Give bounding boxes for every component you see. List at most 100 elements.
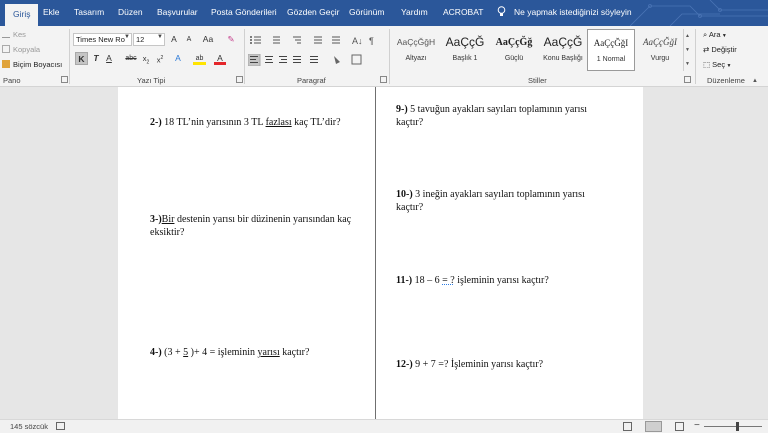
bold-button[interactable]: K bbox=[75, 52, 88, 65]
style-preview: AaÇçĞğI bbox=[643, 37, 677, 47]
style-name: Vurgu bbox=[650, 55, 670, 62]
select-icon: ⬚ bbox=[703, 60, 713, 69]
tab-view[interactable]: Görünüm bbox=[349, 7, 384, 17]
style-name: Başlık 1 bbox=[452, 55, 478, 62]
text-run: kaçtır? bbox=[279, 347, 310, 358]
tab-insert[interactable]: Ekle bbox=[43, 7, 60, 17]
word-count[interactable]: 145 sözcük bbox=[10, 422, 48, 431]
text-run: (3 + bbox=[161, 347, 184, 358]
paragraph-row1-icons: A↓ ¶ bbox=[250, 36, 374, 45]
tab-review[interactable]: Gözden Geçir bbox=[287, 7, 339, 17]
style-preview: AaÇçĞğ bbox=[495, 37, 533, 48]
print-layout-icon[interactable] bbox=[645, 421, 662, 432]
superscript-button[interactable]: x2 bbox=[155, 52, 165, 65]
style-subtitle[interactable]: AaÇçĞğH Altyazı bbox=[392, 29, 440, 71]
question-2[interactable]: 2-) 18 TL’nin yarısının 3 TL fazlası kaç… bbox=[150, 117, 365, 130]
chevron-down-icon: ▼ bbox=[157, 34, 163, 40]
select-button[interactable]: ⬚ Seç ▼ bbox=[703, 60, 731, 69]
styles-launcher-icon[interactable] bbox=[684, 76, 691, 83]
cut-button[interactable]: Kes bbox=[2, 30, 26, 39]
italic-button[interactable]: T bbox=[91, 52, 101, 65]
font-name-value: Times New Ro bbox=[76, 35, 125, 44]
question-number: 9-) bbox=[396, 104, 408, 115]
svg-text:¶: ¶ bbox=[369, 36, 374, 45]
text-run: 3 ineğin ayakları sayıları toplamının ya… bbox=[396, 189, 585, 213]
tab-mailings[interactable]: Posta Gönderileri bbox=[211, 7, 277, 17]
find-button[interactable]: ⌕ Ara ▼ bbox=[703, 30, 727, 40]
question-10[interactable]: 10-) 3 ineğin ayakları sayıları toplamın… bbox=[396, 189, 611, 214]
replace-button[interactable]: ⇄ Değiştir bbox=[703, 45, 737, 54]
question-number: 4-) bbox=[150, 347, 162, 358]
ribbon: Kes Kopyala Biçim Boyacısı Pano Times Ne… bbox=[0, 26, 768, 87]
font-launcher-icon[interactable] bbox=[236, 76, 243, 83]
scissors-icon bbox=[2, 30, 10, 38]
change-case-button[interactable]: Aa bbox=[199, 33, 217, 46]
copy-button[interactable]: Kopyala bbox=[2, 45, 40, 54]
grow-font-button[interactable]: A bbox=[168, 33, 180, 46]
underline-button[interactable]: A bbox=[104, 52, 114, 65]
font-name-combo[interactable]: Times New Ro ▼ bbox=[73, 33, 132, 46]
text-run: Bir bbox=[161, 214, 175, 225]
chevron-up-icon[interactable]: ▲ bbox=[684, 29, 691, 43]
style-preview: AaÇçĞ bbox=[543, 35, 583, 49]
collapse-ribbon-icon[interactable]: ▲ bbox=[752, 78, 758, 84]
zoom-slider-thumb[interactable] bbox=[736, 422, 739, 431]
tab-design[interactable]: Tasarım bbox=[74, 7, 104, 17]
tab-layout[interactable]: Düzen bbox=[118, 7, 143, 17]
ribbon-tab-bar: Giriş Ekle Tasarım Düzen Başvurular Post… bbox=[0, 0, 768, 26]
styles-group-label: Stiller bbox=[528, 76, 547, 85]
zoom-out-icon[interactable]: − bbox=[694, 420, 700, 431]
tab-help[interactable]: Yardım bbox=[401, 7, 428, 17]
question-12[interactable]: 12-) 9 + 7 =? İşleminin yarısı kaçtır? bbox=[396, 359, 626, 372]
font-size-value: 12 bbox=[136, 35, 145, 44]
clipboard-launcher-icon[interactable] bbox=[61, 76, 68, 83]
tab-references[interactable]: Başvurular bbox=[157, 7, 198, 17]
text-run: yarısı bbox=[257, 347, 280, 358]
clear-formatting-button[interactable]: ✎ bbox=[225, 33, 237, 46]
style-title[interactable]: AaÇçĞ Konu Başlığı bbox=[539, 29, 587, 71]
style-name: Altyazı bbox=[405, 55, 427, 62]
style-emphasis[interactable]: AaÇçĞğI Vurgu bbox=[636, 29, 684, 71]
subscript-button[interactable]: x2 bbox=[141, 52, 151, 66]
style-name: 1 Normal bbox=[596, 56, 626, 63]
text-run: = ? bbox=[442, 275, 455, 286]
question-3[interactable]: 3-)Bir destenin yarısı bir düzinenin yar… bbox=[150, 214, 365, 239]
proofing-icon[interactable] bbox=[56, 422, 65, 430]
question-9[interactable]: 9-) 5 tavuğun ayakları sayıları toplamın… bbox=[396, 104, 611, 129]
text-run: 9 + 7 =? İşleminin yarısı kaçtır? bbox=[412, 359, 544, 370]
tell-me-text: Ne yapmak istediğinizi söyleyin bbox=[514, 7, 632, 17]
eraser-icon: ✎ bbox=[227, 34, 235, 44]
question-4[interactable]: 4-) (3 + 5 )+ 4 = işleminin yarısı kaçtı… bbox=[150, 347, 365, 360]
style-heading1[interactable]: AaÇçĞ Başlık 1 bbox=[441, 29, 489, 71]
strikethrough-button[interactable]: abc bbox=[124, 52, 138, 65]
format-painter-button[interactable]: Biçim Boyacısı bbox=[2, 60, 62, 69]
tab-home[interactable]: Giriş bbox=[5, 4, 39, 26]
editing-group-label: Düzenleme bbox=[707, 76, 745, 85]
gallery-scrollbar[interactable]: ▲ ▼ ▼ bbox=[683, 29, 691, 71]
zoom-slider[interactable] bbox=[704, 426, 762, 427]
style-name: Konu Başlığı bbox=[543, 55, 583, 62]
document-page[interactable]: 2-) 18 TL’nin yarısının 3 TL fazlası kaç… bbox=[118, 87, 643, 419]
chevron-down-icon[interactable]: ▼ bbox=[684, 43, 691, 57]
shrink-font-button[interactable]: A bbox=[183, 33, 195, 46]
svg-text:A↓: A↓ bbox=[352, 36, 363, 45]
question-number: 11-) bbox=[396, 275, 413, 286]
style-strong[interactable]: AaÇçĞğ Güçlü bbox=[490, 29, 538, 71]
font-size-combo[interactable]: 12 ▼ bbox=[133, 33, 165, 46]
font-color-button[interactable]: A bbox=[214, 52, 226, 65]
separator bbox=[244, 29, 245, 84]
column-divider bbox=[375, 87, 376, 419]
read-mode-icon[interactable] bbox=[623, 422, 632, 431]
tab-acrobat[interactable]: ACROBAT bbox=[443, 7, 483, 17]
question-number: 2-) bbox=[150, 117, 162, 128]
text-run: destenin yarısı bir düzinenin yarısından… bbox=[150, 214, 352, 238]
style-normal[interactable]: AaÇçĞğI 1 Normal bbox=[587, 29, 635, 71]
paragraph-launcher-icon[interactable] bbox=[380, 76, 387, 83]
text-effects-button[interactable]: A bbox=[172, 52, 184, 65]
question-number: 10-) bbox=[396, 189, 413, 200]
web-layout-icon[interactable] bbox=[675, 422, 684, 431]
highlight-button[interactable]: ab bbox=[193, 52, 206, 65]
question-11[interactable]: 11-) 18 – 6 = ? işleminin yarısı kaçtır? bbox=[396, 275, 626, 288]
more-styles-icon[interactable]: ▼ bbox=[684, 57, 691, 71]
style-preview: AaÇçĞğH bbox=[396, 37, 436, 47]
